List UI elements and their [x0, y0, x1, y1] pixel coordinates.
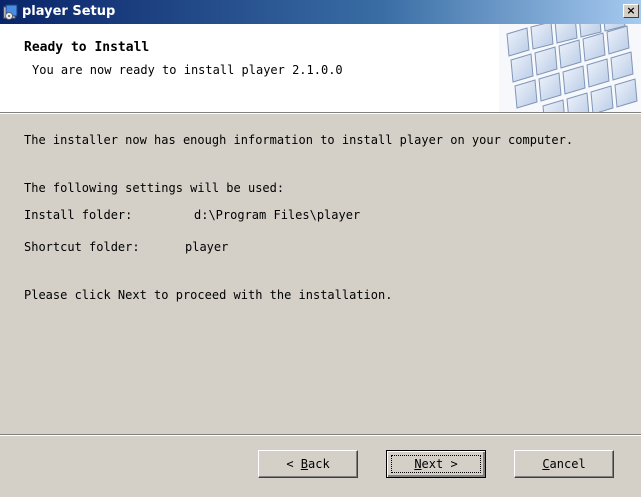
- install-folder-label: Install folder:: [24, 208, 133, 222]
- back-accel: B: [300, 457, 308, 471]
- keyboard-art-icon: [499, 24, 641, 112]
- shortcut-folder-label: Shortcut folder:: [24, 240, 140, 254]
- cancel-accel: C: [542, 457, 550, 471]
- close-icon: ×: [626, 4, 636, 17]
- cancel-button[interactable]: Cancel: [514, 450, 614, 478]
- setup-icon: [3, 4, 18, 20]
- cancel-button-label: Cancel: [542, 457, 585, 471]
- back-button-label: < Back: [286, 457, 329, 471]
- page-subheading: You are now ready to install player 2.1.…: [32, 63, 343, 77]
- next-button-label: Next >: [414, 457, 457, 471]
- cancel-rest: ancel: [549, 457, 586, 471]
- next-accel: N: [414, 457, 422, 471]
- back-button[interactable]: < Back: [258, 450, 358, 478]
- title-bar[interactable]: player Setup ×: [0, 0, 641, 24]
- window-title: player Setup: [22, 4, 116, 19]
- close-button[interactable]: ×: [623, 4, 639, 18]
- back-rest: ack: [308, 457, 330, 471]
- install-folder-value: d:\Program Files\player: [194, 208, 361, 222]
- back-prefix: <: [286, 457, 301, 471]
- header-divider: [0, 112, 641, 114]
- instruction-text: Please click Next to proceed with the in…: [24, 288, 393, 302]
- settings-intro-text: The following settings will be used:: [24, 181, 285, 195]
- next-button[interactable]: Next >: [386, 450, 486, 478]
- page-heading: Ready to Install: [24, 40, 150, 55]
- shortcut-folder-value: player: [185, 240, 229, 254]
- intro-text: The installer now has enough information…: [24, 133, 574, 147]
- setup-window: player Setup × Ready to Install You are …: [0, 0, 641, 497]
- footer-divider: [0, 434, 641, 436]
- next-rest: ext >: [421, 457, 458, 471]
- header-banner: Ready to Install You are now ready to in…: [0, 24, 641, 112]
